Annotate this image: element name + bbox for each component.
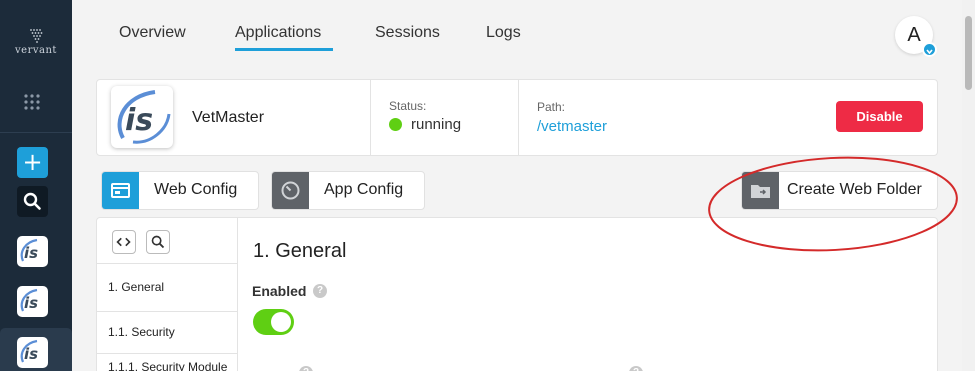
folder-add-icon	[742, 172, 779, 209]
status-value: running	[411, 116, 462, 133]
partial-field-label	[252, 366, 292, 371]
chevron-down-icon	[926, 49, 933, 55]
help-icon[interactable]: ?	[629, 366, 643, 371]
tree-item-security-module[interactable]: 1.1.1. Security Module	[97, 353, 237, 371]
app-grid-icon[interactable]	[23, 93, 41, 111]
is-app-icon: is	[20, 339, 38, 363]
config-tree: 1. General 1.1. Security 1.1.1. Security…	[97, 218, 238, 371]
sidebar-app-item-active[interactable]: is	[17, 337, 48, 368]
status-indicator-dot	[389, 118, 402, 131]
scrollbar-thumb[interactable]	[965, 16, 972, 90]
app-config-button[interactable]: App Config	[271, 171, 425, 210]
add-app-button[interactable]: +	[17, 147, 48, 178]
tab-logs[interactable]: Logs	[486, 24, 521, 42]
code-icon	[116, 237, 131, 247]
svg-text:is: is	[24, 244, 38, 262]
is-logo-icon: is	[117, 90, 171, 144]
help-icon[interactable]: ?	[313, 284, 327, 298]
tree-search-button[interactable]	[146, 230, 170, 254]
is-app-icon: is	[20, 288, 38, 312]
left-sidebar: vervant + is is is	[0, 0, 72, 371]
code-view-button[interactable]	[112, 230, 136, 254]
search-icon	[23, 192, 41, 210]
create-web-folder-label: Create Web Folder	[787, 181, 922, 198]
section-title: 1. General	[253, 240, 347, 262]
app-name: VetMaster	[192, 109, 265, 126]
disable-button[interactable]: Disable	[836, 101, 923, 132]
is-app-icon: is	[20, 238, 38, 262]
svg-text:is: is	[24, 345, 38, 363]
app-config-label: App Config	[324, 181, 404, 198]
tree-item-general[interactable]: 1. General	[97, 263, 237, 311]
status-label: Status:	[389, 99, 427, 113]
active-tab-indicator	[235, 48, 333, 51]
card-divider	[370, 80, 371, 155]
tree-item-security[interactable]: 1.1. Security	[97, 311, 237, 353]
web-config-button[interactable]: Web Config	[101, 171, 259, 210]
tab-overview[interactable]: Overview	[119, 24, 186, 42]
tab-sessions[interactable]: Sessions	[375, 24, 440, 42]
app-summary-card: is VetMaster Status: running Path: /vetm…	[96, 79, 938, 156]
config-panel: 1. General 1.1. Security 1.1.1. Security…	[96, 217, 938, 371]
sidebar-app-item[interactable]: is	[17, 286, 48, 317]
brand-name: vervant	[15, 45, 57, 56]
web-config-label: Web Config	[154, 181, 238, 198]
path-link[interactable]: /vetmaster	[537, 118, 607, 135]
avatar-menu-badge[interactable]	[922, 42, 937, 57]
search-apps-button[interactable]	[17, 186, 48, 217]
create-web-folder-button[interactable]: Create Web Folder	[741, 171, 938, 210]
path-label: Path:	[537, 100, 566, 114]
svg-text:is: is	[125, 103, 153, 138]
brand-mark-icon	[30, 29, 43, 43]
app-logo: is	[111, 86, 173, 148]
svg-text:is: is	[24, 294, 38, 312]
page-scrollbar[interactable]	[962, 0, 975, 371]
enabled-toggle[interactable]	[253, 309, 294, 335]
web-config-icon	[102, 172, 139, 209]
top-nav: Overview Applications Sessions Logs	[72, 0, 962, 70]
sidebar-app-item[interactable]: is	[17, 236, 48, 267]
card-divider	[518, 80, 519, 155]
toggle-knob	[271, 312, 291, 332]
search-icon	[151, 235, 165, 249]
tab-applications[interactable]: Applications	[235, 24, 321, 42]
brand-logo[interactable]: vervant	[10, 28, 62, 64]
gauge-icon	[272, 172, 309, 209]
enabled-label: Enabled	[252, 283, 307, 299]
sidebar-divider	[0, 132, 72, 133]
help-icon[interactable]: ?	[299, 366, 313, 371]
plus-icon: +	[22, 148, 43, 176]
